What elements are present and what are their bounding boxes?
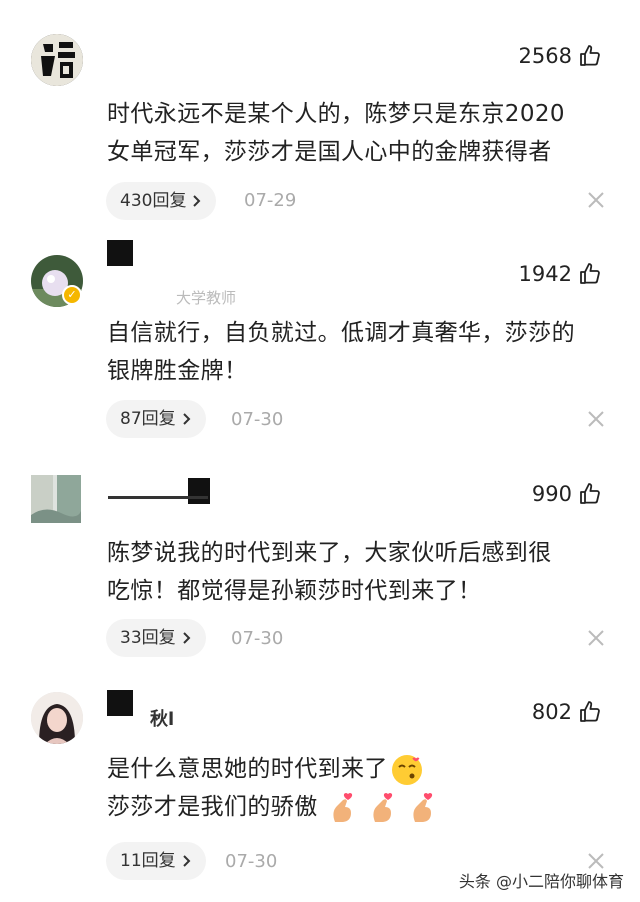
avatar[interactable] [31, 475, 81, 523]
chevron-right-icon [182, 632, 191, 644]
comment-text-line: 是什么意思她的时代到来了 [107, 750, 617, 788]
thumbs-up-icon [580, 483, 600, 504]
kissing-face-emoji [391, 754, 422, 785]
like-button[interactable]: 2568 [519, 44, 602, 68]
comment-date: 07-30 [225, 851, 278, 872]
finger-heart-emoji [373, 792, 393, 822]
chevron-right-icon [193, 195, 201, 207]
user-title: 大学教师 [176, 289, 237, 307]
thumbs-up-icon [580, 701, 600, 722]
comment-text-line: 陈梦说我的时代到来了，大家伙听后感到很 [107, 540, 552, 566]
like-button[interactable]: 990 [532, 482, 602, 506]
comment-item: 秋l 802 是什么意思她的时代到来了 莎莎才是我们的骄傲 11回复 07-30 [0, 665, 640, 902]
chevron-right-icon [182, 413, 191, 425]
verified-badge-icon: ✓ [62, 285, 82, 305]
comment-date: 07-30 [231, 628, 284, 649]
comment-text-line: 莎莎才是我们的骄傲 [107, 788, 617, 826]
reply-count: 87回复 [120, 409, 176, 429]
username-redacted [107, 690, 133, 716]
username-partial: 秋l [150, 709, 175, 730]
comment-text: 时代永远不是某个人的，陈梦只是东京2020 女单冠军，莎莎才是国人心中的金牌获得… [107, 95, 617, 171]
close-icon[interactable] [586, 628, 606, 648]
close-icon[interactable] [586, 409, 606, 429]
comment-text-line: 自信就行，自负就过。低调才真奢华，莎莎的 [107, 320, 575, 346]
comment-item: 2568 时代永远不是某个人的，陈梦只是东京2020 女单冠军，莎莎才是国人心中… [0, 0, 640, 225]
like-count: 2568 [518, 44, 572, 68]
thumbs-up-icon [580, 45, 600, 66]
username-redacted [107, 240, 133, 266]
reply-count: 11回复 [120, 851, 176, 871]
comment-text-line: 银牌胜金牌！ [107, 358, 248, 384]
comment-text: 是什么意思她的时代到来了 莎莎才是我们的骄傲 [107, 750, 617, 826]
avatar[interactable] [31, 34, 83, 86]
chevron-right-icon [182, 855, 191, 867]
comment-text: 自信就行，自负就过。低调才真奢华，莎莎的 银牌胜金牌！ [107, 314, 617, 390]
comment-text-line: 女单冠军，莎莎才是国人心中的金牌获得者 [107, 139, 552, 165]
reply-count-button[interactable]: 11回复 [106, 842, 206, 880]
reply-count-button[interactable]: 430回复 [106, 182, 217, 220]
comment-item: ✓ 大学教师 1942 自信就行，自负就过。低调才真奢华，莎莎的 银牌胜金牌！ … [0, 225, 640, 445]
comment-date: 07-29 [244, 190, 297, 211]
like-button[interactable]: 802 [532, 700, 602, 724]
comment-date: 07-30 [231, 409, 284, 430]
watermark: 头条 @小二陪你聊体育 [458, 872, 624, 891]
reply-count: 430回复 [120, 191, 187, 211]
reply-count-button[interactable]: 33回复 [106, 619, 206, 657]
username-partial [108, 483, 208, 503]
reply-count-button[interactable]: 87回复 [106, 400, 206, 438]
like-count: 990 [531, 482, 572, 506]
thumbs-up-icon [580, 263, 600, 284]
finger-heart-emoji [413, 792, 432, 822]
close-icon[interactable] [586, 190, 606, 210]
reply-count: 33回复 [120, 628, 176, 648]
like-count: 1942 [518, 262, 572, 286]
like-count: 802 [531, 700, 572, 724]
comment-text: 陈梦说我的时代到来了，大家伙听后感到很 吃惊！都觉得是孙颖莎时代到来了！ [107, 534, 617, 610]
comment-text-line: 时代永远不是某个人的，陈梦只是东京2020 [107, 101, 565, 127]
avatar[interactable] [31, 692, 83, 744]
comment-item: 990 陈梦说我的时代到来了，大家伙听后感到很 吃惊！都觉得是孙颖莎时代到来了！… [0, 445, 640, 665]
like-button[interactable]: 1942 [519, 262, 602, 286]
comment-text-line: 吃惊！都觉得是孙颖莎时代到来了！ [107, 578, 482, 604]
finger-heart-emoji [333, 792, 353, 822]
